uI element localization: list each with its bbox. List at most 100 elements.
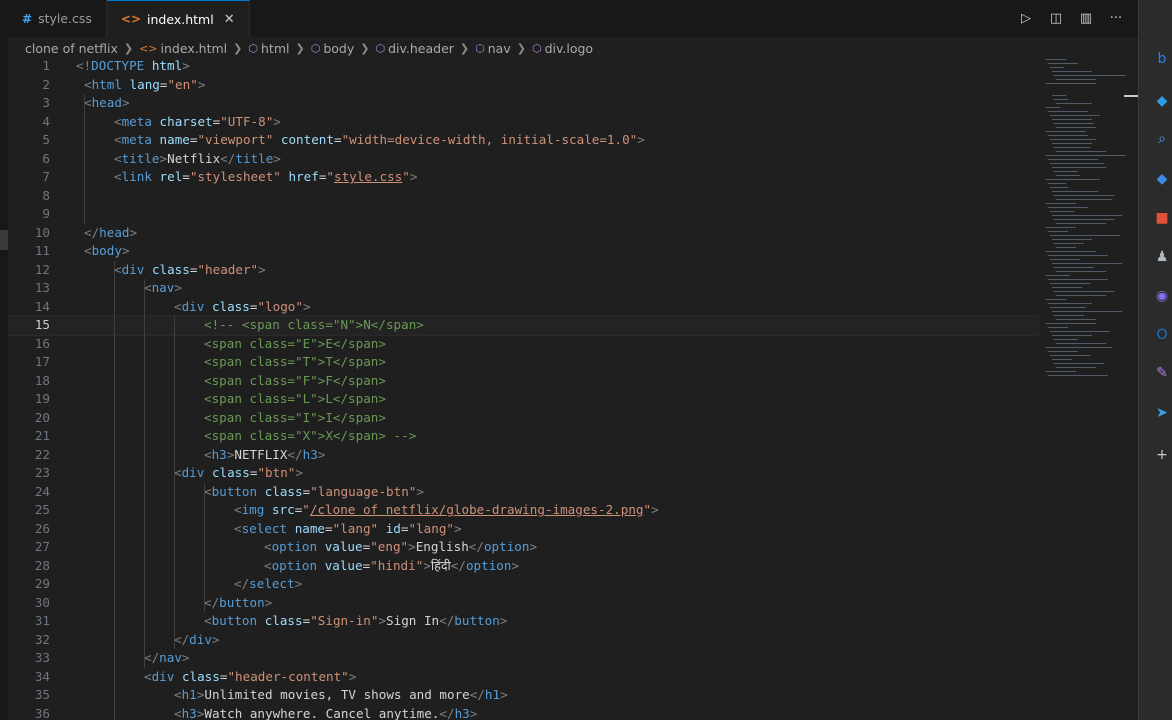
line-number[interactable]: 22 [8,446,50,465]
send-icon[interactable]: ➤ [1151,402,1172,424]
line-number[interactable]: 12 [8,261,50,280]
line-number[interactable]: 21 [8,427,50,446]
code-line[interactable]: 2 <html lang="en"> [8,76,1038,95]
line-number[interactable]: 6 [8,150,50,169]
line-number[interactable]: 20 [8,409,50,428]
line-number[interactable]: 29 [8,575,50,594]
more-icon[interactable]: ··· [1108,11,1124,26]
code-line[interactable]: 3 <head> [8,94,1038,113]
line-number[interactable]: 26 [8,520,50,539]
scrollbar-thumb[interactable] [1124,95,1138,97]
line-number[interactable]: 19 [8,390,50,409]
code-line[interactable]: 18 <span class="F">F</span> [8,372,1038,391]
code-line[interactable]: 19 <span class="L">L</span> [8,390,1038,409]
code-line[interactable]: 20 <span class="I">I</span> [8,409,1038,428]
minimap[interactable] [1038,59,1134,439]
code-line[interactable]: 16 <span class="E">E</span> [8,335,1038,354]
code-line[interactable]: 36 <h3>Watch anywhere. Cancel anytime.</h… [8,705,1038,720]
tab-index-html[interactable]: <> index.html ✕ [106,0,250,37]
line-number[interactable]: 7 [8,168,50,187]
split-editor-icon[interactable]: ▥ [1078,11,1094,26]
tab-style-css[interactable]: # style.css [8,0,107,37]
code-line[interactable]: 9 [8,205,1038,224]
code-line[interactable]: 21 <span class="X">X</span> --> [8,427,1038,446]
line-number[interactable]: 36 [8,705,50,720]
line-number[interactable]: 5 [8,131,50,150]
code-line[interactable]: 13 <nav> [8,279,1038,298]
line-number[interactable]: 9 [8,205,50,224]
code-line[interactable]: 5 <meta name="viewport" content="width=de… [8,131,1038,150]
line-number[interactable]: 8 [8,187,50,206]
code-line[interactable]: 29 </select> [8,575,1038,594]
code-line[interactable]: 28 <option value="hindi">हिंदी</option> [8,557,1038,576]
code-line[interactable]: 32 </div> [8,631,1038,650]
bell-icon[interactable]: ◆ [1151,90,1172,112]
code-line[interactable]: 34 <div class="header-content"> [8,668,1038,687]
line-number[interactable]: 4 [8,113,50,132]
line-number[interactable]: 1 [8,59,50,76]
code-line[interactable]: 17 <span class="T">T</span> [8,353,1038,372]
vertical-scrollbar[interactable] [1126,59,1138,720]
line-number[interactable]: 24 [8,483,50,502]
code-line[interactable]: 8 [8,187,1038,206]
line-number[interactable]: 14 [8,298,50,317]
code-line[interactable]: 30 </button> [8,594,1038,613]
code-line[interactable]: 24 <button class="language-btn"> [8,483,1038,502]
code-line[interactable]: 7 <link rel="stylesheet" href="style.css"… [8,168,1038,187]
code-line[interactable]: 11 <body> [8,242,1038,261]
designer-icon[interactable]: ✎ [1151,362,1172,384]
line-number[interactable]: 11 [8,242,50,261]
code-line[interactable]: 22 <h3>NETFLIX</h3> [8,446,1038,465]
code-line[interactable]: 12 <div class="header"> [8,261,1038,280]
line-number[interactable]: 30 [8,594,50,613]
code-line[interactable]: 6 <title>Netflix</title> [8,150,1038,169]
bing-icon[interactable]: b [1151,48,1172,70]
line-number[interactable]: 35 [8,686,50,705]
people-icon[interactable]: ♟ [1151,246,1172,268]
copilot-icon[interactable]: ◉ [1151,285,1172,307]
breadcrumb-div-logo[interactable]: div.logo [545,41,594,56]
line-number[interactable]: 17 [8,353,50,372]
line-number[interactable]: 16 [8,335,50,354]
search-icon[interactable]: ⌕ [1151,128,1172,150]
code-line[interactable]: 35 <h1>Unlimited movies, TV shows and mor… [8,686,1038,705]
outlook-icon[interactable]: O [1151,324,1172,346]
code-line[interactable]: 4 <meta charset="UTF-8"> [8,113,1038,132]
line-number[interactable]: 3 [8,94,50,113]
line-number[interactable]: 25 [8,501,50,520]
line-number[interactable]: 31 [8,612,50,631]
breadcrumb-body[interactable]: body [323,41,354,56]
line-number[interactable]: 32 [8,631,50,650]
breadcrumb-folder[interactable]: clone of netflix [25,41,118,56]
code-line[interactable]: 14 <div class="logo"> [8,298,1038,317]
code-line[interactable]: 1 <!DOCTYPE html> [8,59,1038,76]
line-number[interactable]: 23 [8,464,50,483]
tag-icon[interactable]: ◆ [1151,168,1172,190]
toolbox-icon[interactable]: ■ [1151,207,1172,229]
code-line[interactable]: 26 <select name="lang" id="lang"> [8,520,1038,539]
line-number[interactable]: 10 [8,224,50,243]
line-number[interactable]: 33 [8,649,50,668]
line-number[interactable]: 13 [8,279,50,298]
breadcrumb-file[interactable]: index.html [161,41,228,56]
breadcrumb-html[interactable]: html [261,41,289,56]
code-line[interactable]: 10 </head> [8,224,1038,243]
close-icon[interactable]: ✕ [224,12,235,27]
line-number[interactable]: 28 [8,557,50,576]
line-number[interactable]: 2 [8,76,50,95]
compare-icon[interactable]: ◫ [1048,11,1064,26]
code-editor[interactable]: 1 <!DOCTYPE html> 2 <html lang="en"> 3 <head>… [8,59,1138,720]
code-line[interactable]: 33 </nav> [8,649,1038,668]
code-line[interactable]: 27 <option value="eng">English</option> [8,538,1038,557]
line-number[interactable]: 15 [8,316,50,335]
code-line[interactable]: 23 <div class="btn"> [8,464,1038,483]
breadcrumb-div-header[interactable]: div.header [388,41,454,56]
add-icon[interactable]: + [1151,444,1172,466]
run-icon[interactable]: ▷ [1018,11,1034,26]
code-line[interactable]: 15 <!-- <span class="N">N</span> [8,315,1039,336]
code-line[interactable]: 25 <img src="/clone of netflix/globe-draw… [8,501,1038,520]
line-number[interactable]: 27 [8,538,50,557]
breadcrumb-nav[interactable]: nav [488,41,511,56]
line-number[interactable]: 34 [8,668,50,687]
code-line[interactable]: 31 <button class="Sign-in">Sign In</butto… [8,612,1038,631]
